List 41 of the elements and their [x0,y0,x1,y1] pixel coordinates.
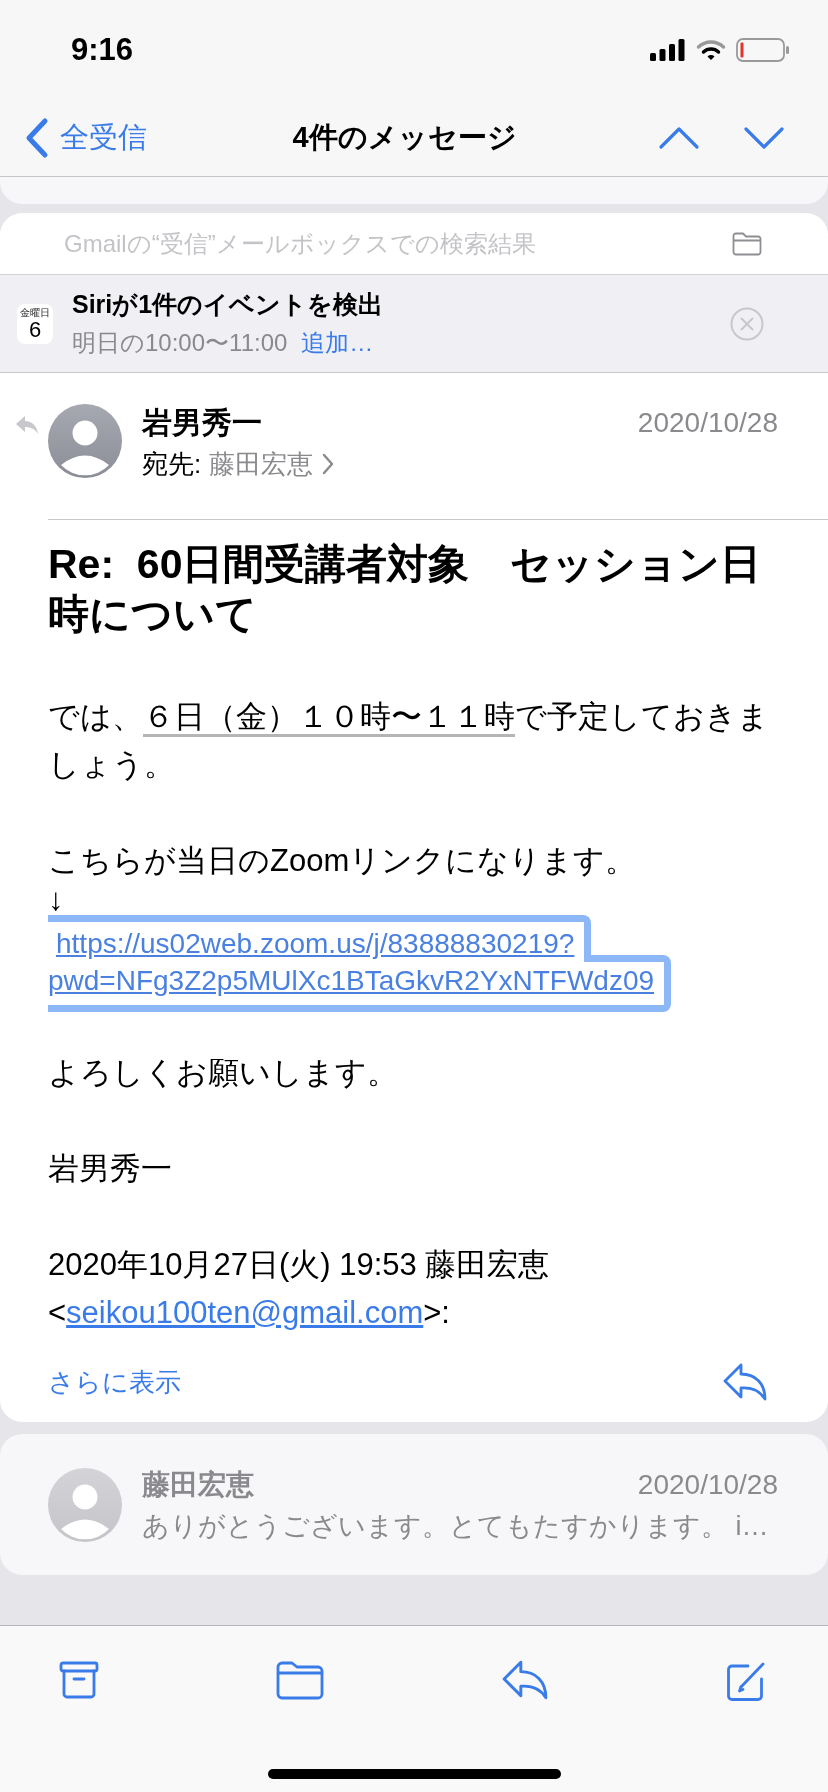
avatar-icon [48,1467,122,1542]
body-paragraph: よろしくお願いします。 [48,1054,399,1092]
collapsed-message-card[interactable]: 藤田宏恵 2020/10/28 ありがとうございます。とてもたすかります。 i… [0,1434,828,1575]
message-preview: ありがとうございます。とてもたすかります。 i… [142,1509,770,1543]
mailbox-note: Gmailの“受信”メールボックスでの検索結果 [64,228,536,259]
calendar-day: 6 [28,317,42,341]
archive-box-icon[interactable] [58,1659,100,1701]
email-link[interactable]: seikou100ten@gmail.com [66,1295,424,1330]
date-link[interactable]: ６日（金）１０時〜１１時 [143,699,515,734]
message-date: 2020/10/28 [637,407,778,439]
sender-name: 岩男秀一 [142,404,262,441]
suggestion-title: Siriが1件のイベントを検出 [72,289,385,320]
folder-icon[interactable] [275,1659,326,1701]
back-button[interactable]: 全受信 [24,117,147,159]
chevron-up-icon[interactable] [658,126,700,150]
battery-icon [736,38,790,62]
avatar-icon [48,404,122,478]
show-more-button[interactable]: さらに表示 [48,1364,181,1400]
body-paragraph: 岩男秀一 [48,1150,173,1188]
body-line: ↓ [48,885,65,915]
signal-icon [650,39,686,61]
sender-name: 藤田宏恵 [142,1467,254,1502]
status-time: 9:16 [71,32,134,68]
message-subject: Re: 60日間受講者対象 セッション日時について [47,540,763,639]
event-time: 明日の10:00〜11:00 [72,328,288,358]
body-paragraph: こちらが当日のZoomリンクになります。 [48,842,638,880]
reply-icon[interactable] [500,1659,549,1701]
body-paragraph: 2020年10月27日(火) 19:53 藤田宏恵 <seikou100ten@gmail.com>: [48,1246,551,1332]
chevron-right-icon [321,452,336,476]
recipient-label: 宛先: [142,447,202,481]
reply-icon[interactable] [722,1362,768,1402]
wifi-icon [696,39,726,61]
calendar-weekday: 金曜日 [20,306,50,318]
chevron-left-icon [24,117,50,159]
folder-icon [732,231,762,256]
add-event-link[interactable]: 追加… [301,327,374,359]
recipient-name[interactable]: 藤田宏恵 [209,446,314,482]
body-paragraph: では、６日（金）１０時〜１１時で予定しておきましょう。 [48,698,770,784]
chevron-down-icon[interactable] [743,126,785,150]
navigation-title: 4件のメッセージ [292,120,517,155]
message-date: 2020/10/28 [637,1468,778,1501]
